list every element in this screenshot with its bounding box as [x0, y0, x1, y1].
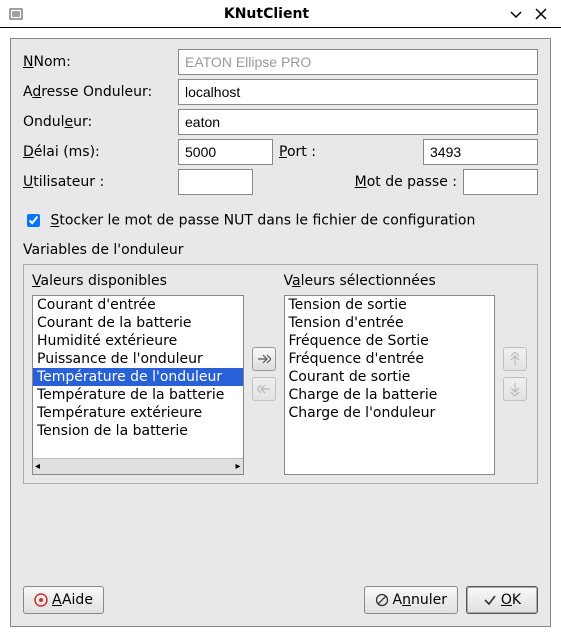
cancel-icon — [375, 593, 389, 607]
list-item[interactable]: Courant de sortie — [285, 368, 495, 386]
variables-section-title: Variables de l'onduleur — [23, 242, 538, 258]
nom-field[interactable] — [178, 49, 538, 75]
main-panel: NNom: Adresse Onduleur: Onduleur: Délai … — [10, 38, 551, 627]
list-item[interactable]: Température extérieure — [33, 404, 243, 422]
list-item[interactable]: Tension de sortie — [285, 296, 495, 314]
list-item[interactable]: Courant d'entrée — [33, 296, 243, 314]
help-icon — [34, 593, 48, 607]
store-password-row[interactable]: Stocker le mot de passe NUT dans le fich… — [23, 211, 538, 230]
available-listbox[interactable]: Courant d'entréeCourant de la batterieHu… — [32, 295, 244, 475]
hscrollbar[interactable]: ◂▸ — [33, 458, 243, 474]
move-right-button[interactable] — [252, 347, 276, 371]
port-field[interactable] — [423, 139, 538, 165]
list-item[interactable]: Humidité extérieure — [33, 332, 243, 350]
list-item[interactable]: Fréquence d'entrée — [285, 350, 495, 368]
list-item[interactable]: Température de la batterie — [33, 386, 243, 404]
move-left-button[interactable] — [252, 377, 276, 401]
list-item[interactable]: Courant de la batterie — [33, 314, 243, 332]
list-item[interactable]: Charge de l'onduleur — [285, 404, 495, 422]
port-label: Port : — [279, 144, 417, 160]
ok-icon — [483, 593, 497, 607]
cancel-button[interactable]: Annuler — [364, 586, 458, 614]
window-title: KNutClient — [32, 6, 501, 22]
onduleur-field[interactable] — [178, 109, 538, 135]
list-item[interactable]: Tension d'entrée — [285, 314, 495, 332]
list-item[interactable]: Fréquence de Sortie — [285, 332, 495, 350]
selected-header: Valeurs sélectionnées — [284, 273, 496, 289]
list-item[interactable]: Charge de la batterie — [285, 386, 495, 404]
help-button[interactable]: AAide — [23, 586, 104, 614]
available-header: Valeurs disponibles — [32, 273, 244, 289]
adresse-label: Adresse Onduleur: — [23, 84, 178, 100]
delai-field[interactable] — [178, 139, 273, 165]
app-icon — [8, 6, 24, 22]
nom-label: NNom: — [23, 54, 178, 70]
list-item[interactable]: Puissance de l'onduleur — [33, 350, 243, 368]
pass-label: Mot de passe : — [259, 174, 457, 190]
user-field[interactable] — [178, 169, 253, 195]
dual-list-panel: Valeurs disponibles Courant d'entréeCour… — [23, 264, 538, 484]
list-item[interactable]: Tension de la batterie — [33, 422, 243, 440]
pass-field[interactable] — [463, 169, 538, 195]
onduleur-label: Onduleur: — [23, 114, 178, 130]
store-password-checkbox[interactable] — [27, 214, 40, 227]
move-up-button[interactable] — [503, 347, 527, 371]
ok-button[interactable]: OK — [466, 586, 538, 614]
close-icon[interactable] — [535, 8, 553, 20]
user-label: Utilisateur : — [23, 174, 178, 190]
delai-label: Délai (ms): — [23, 144, 178, 160]
minimize-icon[interactable] — [509, 7, 527, 21]
move-down-button[interactable] — [503, 377, 527, 401]
selected-listbox[interactable]: Tension de sortieTension d'entréeFréquen… — [284, 295, 496, 475]
titlebar: KNutClient — [0, 0, 561, 28]
list-item[interactable]: Température de l'onduleur — [33, 368, 243, 386]
adresse-field[interactable] — [178, 79, 538, 105]
